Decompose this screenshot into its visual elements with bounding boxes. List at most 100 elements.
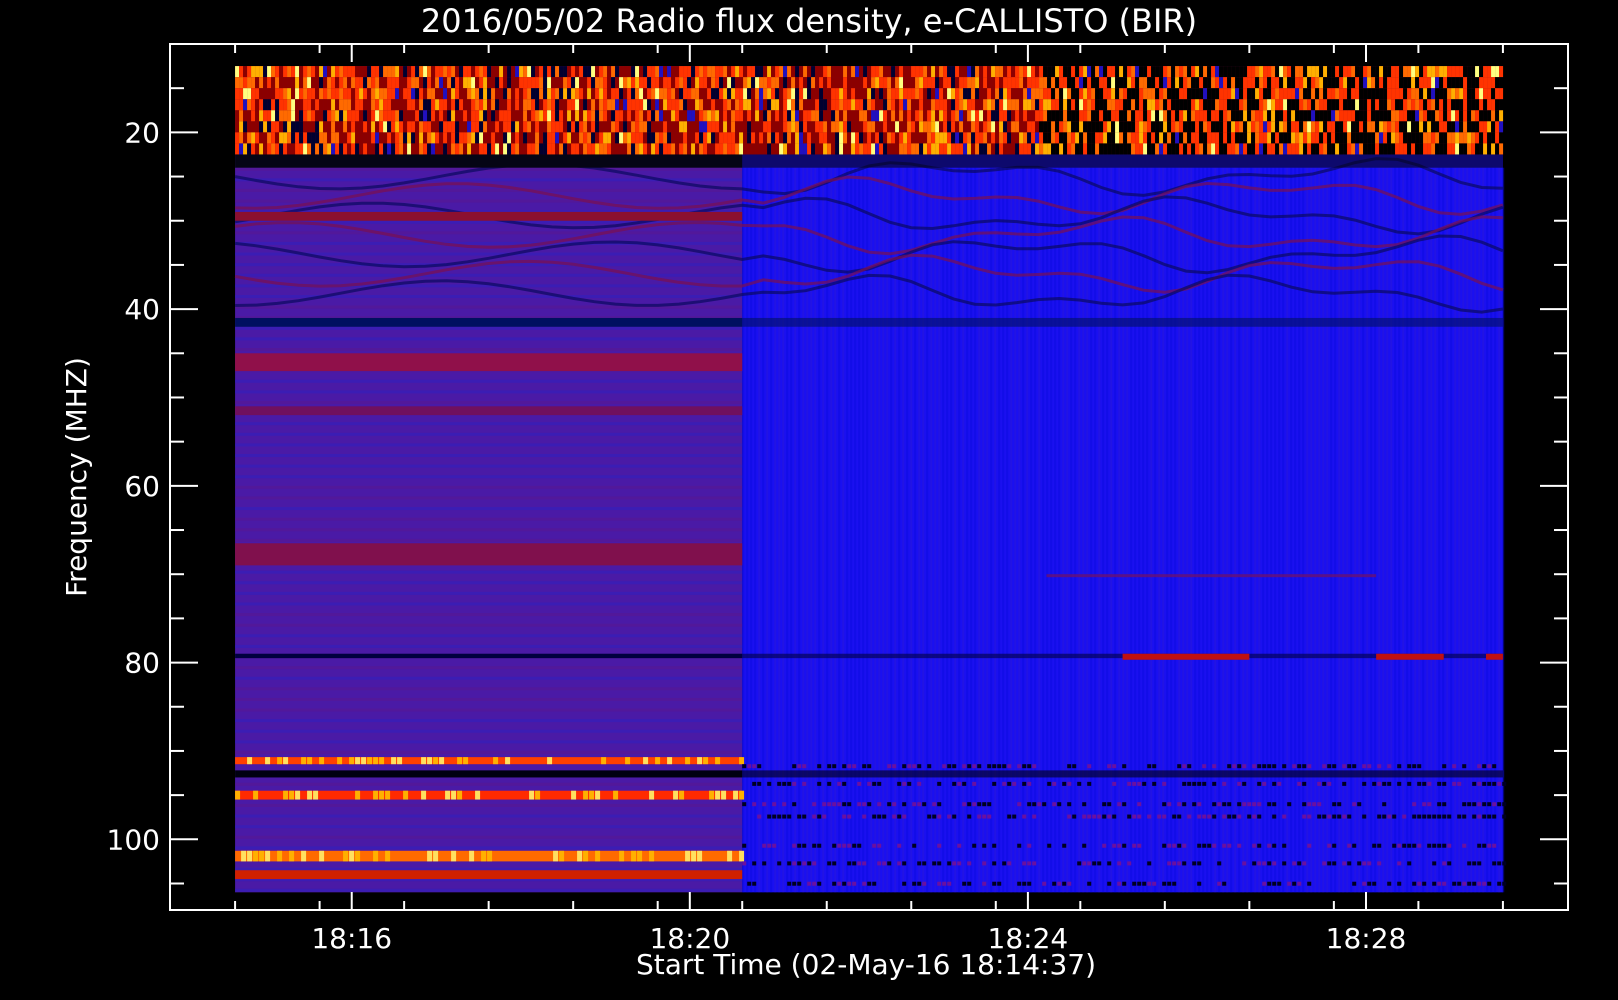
burst-cell — [483, 77, 488, 89]
late-noise — [1482, 781, 1487, 786]
burst-cell — [1335, 132, 1340, 144]
burst-cell — [1179, 77, 1184, 89]
burst-cell — [875, 110, 880, 122]
heatmap-texture — [1110, 167, 1113, 893]
heatmap-texture — [1358, 167, 1361, 893]
burst-cell — [851, 88, 856, 100]
burst-cell — [1431, 110, 1436, 122]
burst-cell — [1299, 66, 1304, 78]
burst-cell — [1179, 66, 1184, 78]
burst-cell — [887, 121, 892, 133]
late-noise — [1502, 881, 1507, 886]
burst-cell — [247, 66, 252, 78]
burst-cell — [627, 88, 632, 100]
burst-cell — [527, 99, 532, 111]
burst-cell — [747, 143, 752, 155]
burst-cell — [447, 66, 452, 78]
burst-cell — [915, 143, 920, 155]
late-noise — [1272, 861, 1277, 866]
burst-cell — [1039, 110, 1044, 122]
burst-cell — [547, 66, 552, 78]
burst-cell — [751, 132, 756, 144]
burst-cell — [847, 99, 852, 111]
burst-cell — [1479, 110, 1484, 122]
burst-cell — [563, 99, 568, 111]
burst-cell — [735, 88, 740, 100]
burst-cell — [1159, 77, 1164, 89]
burst-cell — [415, 121, 420, 133]
late-noise — [1487, 814, 1492, 819]
burst-cell — [1315, 88, 1320, 100]
burst-cell — [1427, 88, 1432, 100]
burst-cell — [1199, 77, 1204, 89]
burst-cell — [911, 110, 916, 122]
burst-cell — [1451, 132, 1456, 144]
burst-cell — [947, 132, 952, 144]
burst-cell — [1143, 77, 1148, 89]
burst-cell — [1075, 77, 1080, 89]
late-noise — [1467, 861, 1472, 866]
burst-cell — [247, 99, 252, 111]
late-noise — [802, 781, 807, 786]
band-row — [235, 317, 743, 327]
heatmap-texture — [1166, 167, 1169, 893]
burst-cell — [1063, 143, 1068, 155]
burst-cell — [779, 77, 784, 89]
burst-cell — [643, 66, 648, 78]
late-noise — [852, 881, 857, 886]
burst-cell — [1403, 88, 1408, 100]
burst-cell — [1351, 99, 1356, 111]
burst-cell — [1183, 99, 1188, 111]
burst-cell — [787, 88, 792, 100]
burst-cell — [647, 88, 652, 100]
late-noise — [1122, 764, 1127, 769]
burst-cell — [1267, 88, 1272, 100]
late-noise — [877, 843, 882, 848]
burst-cell — [743, 99, 748, 111]
burst-cell — [799, 143, 804, 155]
burst-cell — [427, 66, 432, 78]
late-noise — [1027, 843, 1032, 848]
burst-cell — [547, 88, 552, 100]
late-noise — [927, 814, 932, 819]
burst-cell — [651, 77, 656, 89]
late-noise — [1007, 764, 1012, 769]
burst-cell — [467, 99, 472, 111]
late-noise — [1477, 802, 1482, 807]
late-noise — [942, 764, 947, 769]
late-noise — [967, 764, 972, 769]
band-speckle — [373, 790, 379, 800]
burst-cell — [1243, 121, 1248, 133]
burst-cell — [743, 66, 748, 78]
burst-cell — [895, 99, 900, 111]
band-speckle — [475, 790, 481, 800]
burst-cell — [1347, 88, 1352, 100]
burst-cell — [1475, 110, 1480, 122]
late-noise — [1477, 881, 1482, 886]
burst-cell — [1083, 121, 1088, 133]
burst-cell — [1007, 132, 1012, 144]
burst-cell — [451, 66, 456, 78]
burst-cell — [319, 110, 324, 122]
burst-cell — [1423, 66, 1428, 78]
burst-cell — [1327, 121, 1332, 133]
burst-cell — [747, 88, 752, 100]
burst-cell — [715, 77, 720, 89]
burst-cell — [1459, 77, 1464, 89]
burst-cell — [299, 99, 304, 111]
burst-cell — [747, 132, 752, 144]
burst-cell — [1115, 77, 1120, 89]
burst-cell — [1499, 77, 1504, 89]
late-noise — [1212, 802, 1217, 807]
burst-cell — [1467, 121, 1472, 133]
burst-cell — [275, 99, 280, 111]
heatmap-texture — [1350, 167, 1353, 893]
burst-cell — [1147, 66, 1152, 78]
burst-cell — [703, 99, 708, 111]
burst-cell — [579, 88, 584, 100]
burst-cell — [807, 143, 812, 155]
burst-cell — [387, 77, 392, 89]
burst-cell — [711, 88, 716, 100]
burst-cell — [1231, 143, 1236, 155]
burst-cell — [1439, 110, 1444, 122]
